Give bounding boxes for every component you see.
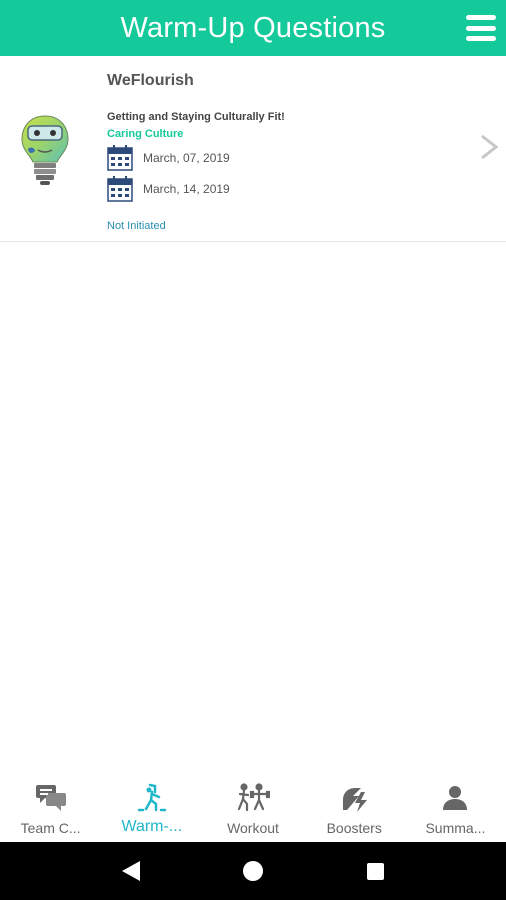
organization-name: WeFlourish (107, 72, 194, 89)
lightbulb-mascot-icon (21, 115, 69, 185)
page-title: Warm-Up Questions (120, 11, 386, 44)
tab-label: Team C... (20, 820, 81, 836)
tab-team-chat[interactable]: Team C... (0, 772, 101, 842)
tab-label: Boosters (326, 820, 382, 836)
recent-apps-icon[interactable] (367, 862, 385, 880)
warm-up-icon (137, 783, 167, 812)
tab-label: Workout (227, 820, 279, 836)
android-nav-bar (0, 842, 506, 900)
home-icon[interactable] (243, 861, 264, 881)
user-icon (443, 786, 468, 810)
warm-up-list-item[interactable]: WeFlourish Getting and Staying Culturall… (0, 56, 506, 242)
bottom-tab-bar: Team C... Warm-... Workout Boosters Summ… (0, 772, 506, 842)
calendar-icon (107, 145, 133, 171)
category-label: Caring Culture (107, 128, 184, 140)
tab-warm-up[interactable]: Warm-... (101, 772, 202, 842)
tab-boosters[interactable]: Boosters (304, 772, 405, 842)
start-date: March, 07, 2019 (143, 151, 230, 165)
chat-icon (35, 785, 66, 811)
course-title: Getting and Staying Culturally Fit! (107, 111, 285, 123)
chevron-right-icon[interactable] (478, 134, 500, 160)
tab-label: Summa... (425, 820, 486, 836)
booster-icon (343, 788, 368, 812)
end-date-row: March, 14, 2019 (107, 176, 230, 202)
start-date-row: March, 07, 2019 (107, 145, 230, 171)
back-icon[interactable] (121, 861, 140, 881)
workout-icon (237, 783, 270, 812)
tab-label: Warm-... (121, 818, 183, 835)
calendar-icon (107, 176, 133, 202)
end-date: March, 14, 2019 (143, 182, 230, 196)
tab-summary[interactable]: Summa... (405, 772, 506, 842)
status-label: Not Initiated (107, 220, 166, 232)
hamburger-menu-icon[interactable] (466, 13, 496, 43)
tab-workout[interactable]: Workout (202, 772, 303, 842)
app-header: Warm-Up Questions (0, 0, 506, 56)
